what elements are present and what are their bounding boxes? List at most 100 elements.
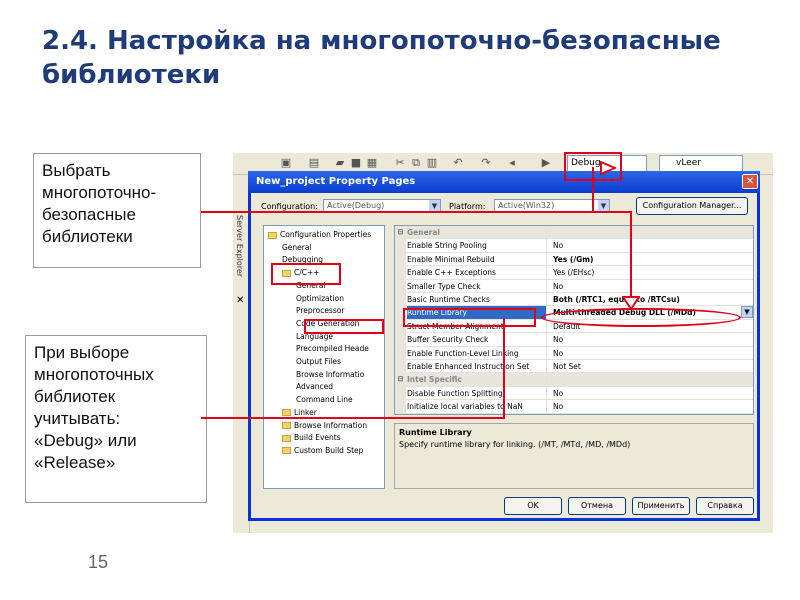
property-category[interactable]: ⊟ General xyxy=(395,226,753,240)
folder-icon xyxy=(282,422,291,429)
connector-line xyxy=(201,211,632,213)
cancel-button[interactable]: Отмена xyxy=(568,497,626,515)
find-combo-value: vLeer xyxy=(676,158,701,168)
property-name: Enable String Pooling xyxy=(407,239,547,253)
save-all-icon[interactable]: ▦ xyxy=(365,156,379,170)
property-row[interactable]: Disable Function Splitting No xyxy=(395,386,753,401)
highlight-code-generation xyxy=(304,319,384,334)
property-row[interactable]: Basic Runtime Checks Both (/RTC1, equiv. … xyxy=(395,293,753,307)
add-item-icon[interactable]: ▤ xyxy=(307,156,321,170)
property-category[interactable]: ⊟ Intel Specific xyxy=(395,373,753,387)
property-value[interactable]: Not Set xyxy=(550,360,750,373)
value-dropdown-button[interactable]: ▼ xyxy=(741,306,753,318)
tree-item[interactable]: General xyxy=(282,243,312,253)
tree-item-label: Browse Informatio xyxy=(296,369,365,379)
property-value[interactable]: No xyxy=(550,333,750,346)
configuration-value: Active(Debug) xyxy=(327,201,385,210)
dialog-title: New_project Property Pages xyxy=(256,176,416,187)
dialog-titlebar[interactable]: New_project Property Pages ✕ xyxy=(248,171,760,193)
property-name: Basic Runtime Checks xyxy=(407,293,547,306)
tree-item[interactable]: Browse Informatio xyxy=(296,370,364,380)
highlight-cpp-node xyxy=(271,263,341,285)
tree-item-label: Precompiled Heade xyxy=(296,344,369,354)
undo-icon[interactable]: ↶ xyxy=(451,156,465,170)
paste-icon[interactable]: ▥ xyxy=(425,156,439,170)
property-value[interactable]: No xyxy=(550,239,750,252)
property-name: Enable Function-Level Linking xyxy=(407,346,547,360)
tree-item-label: Output Files xyxy=(296,357,341,366)
configuration-label: Configuration: xyxy=(261,202,318,211)
tree-item-label: Optimization xyxy=(296,293,344,303)
tree-item[interactable]: Command Line xyxy=(296,395,353,405)
tree-item[interactable]: Preprocessor xyxy=(296,306,344,316)
tree-item-label: Build Events xyxy=(294,433,341,443)
collapse-icon[interactable]: ⊟ xyxy=(395,226,406,239)
property-row[interactable]: Enable C++ Exceptions Yes (/EHsc) xyxy=(395,266,753,280)
tree-item-label: Browse Information xyxy=(294,420,368,430)
tree-item-label: Configuration Properties xyxy=(280,230,372,239)
collapse-icon[interactable]: ⊟ xyxy=(395,373,406,387)
tree-item-label: General xyxy=(282,242,312,252)
folder-icon xyxy=(282,434,291,442)
start-debug-icon[interactable]: ▶ xyxy=(539,156,553,170)
property-name: General xyxy=(407,226,547,239)
tree-item[interactable]: Configuration Properties xyxy=(268,230,371,240)
tree-item[interactable]: Optimization xyxy=(296,294,344,304)
property-value[interactable]: No xyxy=(550,347,750,360)
tree-item[interactable]: Custom Build Step xyxy=(282,446,363,456)
find-combo[interactable]: vLeer xyxy=(659,155,743,172)
apply-button[interactable]: Применить xyxy=(632,497,690,515)
property-row[interactable]: Buffer Security Check No xyxy=(395,333,753,347)
property-name: Smaller Type Check xyxy=(407,279,547,293)
property-value[interactable]: No xyxy=(550,400,750,413)
tree-item-label: Linker xyxy=(294,407,317,417)
note-debug-release: При выборе многопоточных библиотек учиты… xyxy=(25,335,207,503)
property-row[interactable]: Enable Function-Level Linking No xyxy=(395,346,753,360)
help-button[interactable]: Справка xyxy=(696,497,754,515)
property-row[interactable]: Enable Minimal Rebuild Yes (/Gm) xyxy=(395,252,753,267)
save-icon[interactable]: ■ xyxy=(349,156,363,170)
highlight-runtime-value xyxy=(541,308,741,327)
description-text: Specify runtime library for linking. (/M… xyxy=(399,440,631,449)
configuration-manager-button[interactable]: Configuration Manager... xyxy=(636,197,748,215)
connector-line xyxy=(503,318,505,419)
platform-value: Active(Win32) xyxy=(498,201,555,210)
property-row[interactable]: Smaller Type Check No xyxy=(395,279,753,293)
property-name: Buffer Security Check xyxy=(407,333,547,347)
redo-icon[interactable]: ↷ xyxy=(479,156,493,170)
dialog-close-button[interactable]: ✕ xyxy=(742,174,758,189)
tree-item[interactable]: Precompiled Heade xyxy=(296,344,369,354)
tree-item[interactable]: Build Events xyxy=(282,433,341,443)
tree-item[interactable]: Advanced xyxy=(296,382,333,392)
property-row[interactable]: Enable String Pooling No xyxy=(395,239,753,253)
tree-item[interactable]: Output Files xyxy=(296,357,341,367)
property-value[interactable]: No xyxy=(550,387,750,400)
highlight-runtime-library xyxy=(403,308,536,327)
property-row[interactable]: Initialize local variables to NaN No xyxy=(395,400,753,414)
property-name: Disable Function Splitting xyxy=(407,386,547,400)
note-select-libraries: Выбрать многопоточно- безопасные библиот… xyxy=(33,153,201,268)
ok-button[interactable]: OK xyxy=(504,497,562,515)
tree-item-label: Preprocessor xyxy=(296,306,345,316)
cut-icon[interactable]: ✂ xyxy=(393,156,407,170)
server-explorer-tab[interactable]: Server Explorer xyxy=(235,215,244,277)
platform-label: Platform: xyxy=(449,202,486,211)
toolbox-icon[interactable]: ✕ xyxy=(236,295,244,306)
new-file-icon[interactable]: ▣ xyxy=(279,156,293,170)
tree-item[interactable]: Browse Information xyxy=(282,421,367,431)
property-row[interactable]: Enable Enhanced Instruction Set Not Set xyxy=(395,360,753,374)
property-name: Enable Minimal Rebuild xyxy=(407,252,547,266)
property-name: Enable C++ Exceptions xyxy=(407,266,547,280)
copy-icon[interactable]: ⧉ xyxy=(409,156,423,170)
property-name: Enable Enhanced Instruction Set xyxy=(407,360,547,373)
property-value[interactable]: Both (/RTC1, equiv. to /RTCsu) xyxy=(550,293,750,306)
row-gutter xyxy=(395,360,406,373)
navigate-back-icon[interactable]: ◂ xyxy=(505,156,519,170)
tree-item-label: Custom Build Step xyxy=(294,445,364,455)
open-folder-icon[interactable]: ▰ xyxy=(333,156,347,170)
arrow-down-icon xyxy=(622,296,640,310)
row-gutter xyxy=(395,239,406,253)
property-value[interactable]: Yes (/Gm) xyxy=(550,253,750,266)
property-value[interactable]: Yes (/EHsc) xyxy=(550,266,750,279)
property-value[interactable]: No xyxy=(550,280,750,293)
